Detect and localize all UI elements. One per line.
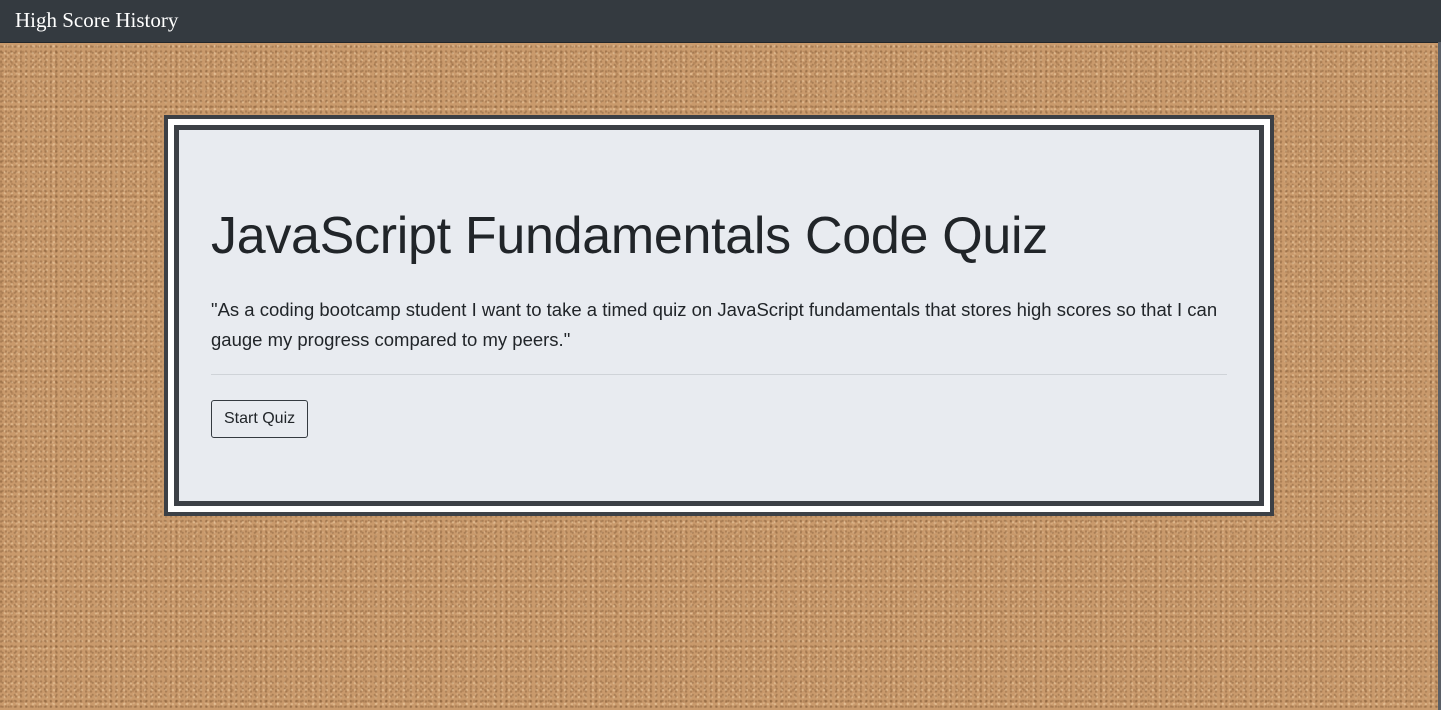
top-navbar: High Score History xyxy=(0,0,1441,43)
divider xyxy=(211,374,1227,375)
lead-description: "As a coding bootcamp student I want to … xyxy=(211,299,1218,350)
page-title: JavaScript Fundamentals Code Quiz xyxy=(211,207,1048,265)
quiz-card-frame: JavaScript Fundamentals Code Quiz "As a … xyxy=(164,115,1274,516)
high-score-history-link[interactable]: High Score History xyxy=(15,7,178,33)
quiz-jumbotron: JavaScript Fundamentals Code Quiz "As a … xyxy=(174,125,1264,506)
start-quiz-button[interactable]: Start Quiz xyxy=(211,400,309,438)
